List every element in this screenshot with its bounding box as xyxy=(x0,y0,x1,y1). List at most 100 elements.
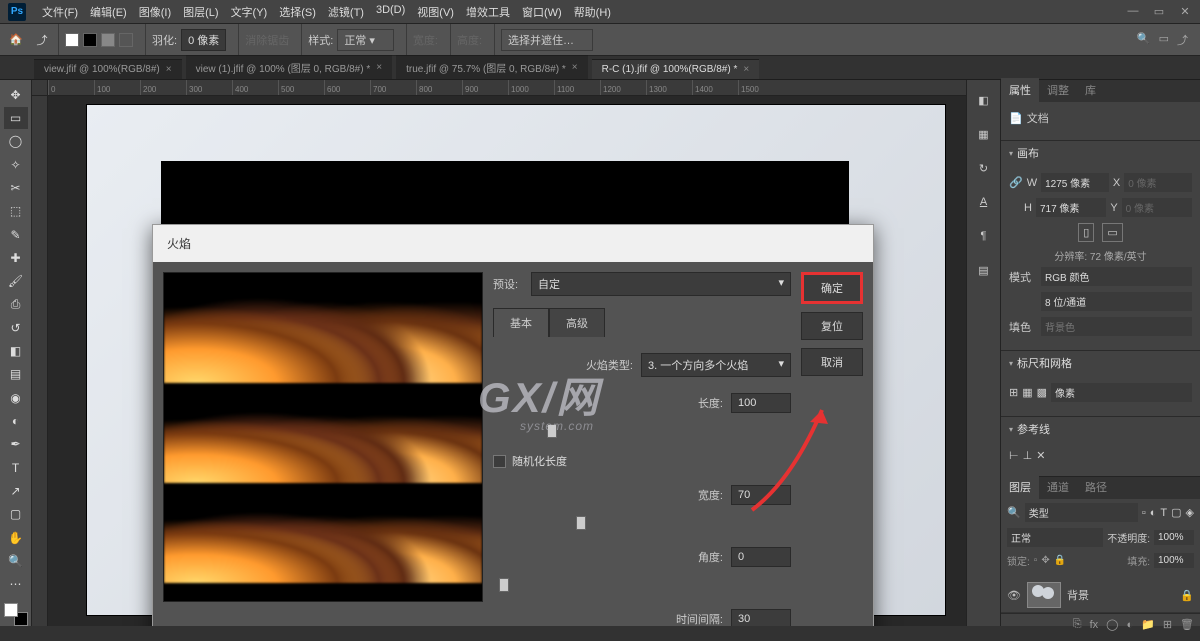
fg-bg-colors[interactable] xyxy=(4,603,28,626)
history-brush-tool[interactable]: ↺ xyxy=(4,317,28,338)
swatch-2[interactable] xyxy=(83,33,97,47)
blur-tool[interactable]: ◉ xyxy=(4,387,28,408)
color-icon[interactable]: ◧ xyxy=(974,90,994,110)
hand-tool[interactable]: ✋ xyxy=(4,527,28,548)
guide-x-icon[interactable]: ✕ xyxy=(1036,449,1045,462)
fx-icon[interactable]: fx xyxy=(1090,619,1099,631)
reset-button[interactable]: 复位 xyxy=(801,312,863,340)
menu-增效工具[interactable]: 增效工具 xyxy=(460,4,516,20)
filter-img-icon[interactable]: ▫ xyxy=(1142,507,1146,519)
layer-row-bg[interactable]: 👁 背景 🔒 xyxy=(1001,578,1200,613)
eyedropper-tool[interactable]: ✎ xyxy=(4,224,28,245)
height-field[interactable]: 717 像素 xyxy=(1036,198,1106,217)
tab-close-icon[interactable]: × xyxy=(166,64,172,75)
preset-select[interactable]: 自定▾ xyxy=(531,272,791,296)
swatch-1[interactable] xyxy=(65,33,79,47)
lock-all-icon[interactable]: 🔒 xyxy=(1054,555,1066,566)
ok-button[interactable]: 确定 xyxy=(801,272,863,304)
export-icon[interactable]: ⤴ xyxy=(32,30,52,50)
rulers-section-header[interactable]: 标尺和网格 xyxy=(1001,350,1200,375)
doc-tab[interactable]: view (1).jfif @ 100% (图层 0, RGB/8#) *× xyxy=(186,55,393,79)
tab-basic[interactable]: 基本 xyxy=(493,308,549,337)
feather-value[interactable]: 0 像素 xyxy=(181,29,226,51)
portrait-icon[interactable]: ▯ xyxy=(1078,223,1094,242)
cancel-button[interactable]: 取消 xyxy=(801,348,863,376)
select-mask-button[interactable]: 选择并遮住… xyxy=(501,29,593,51)
wand-tool[interactable]: ✧ xyxy=(4,154,28,175)
blend-mode[interactable]: 正常 xyxy=(1007,528,1103,547)
filter-shape-icon[interactable]: ▢ xyxy=(1171,506,1181,519)
link-icon[interactable]: 🔗 xyxy=(1009,176,1023,189)
tab-close-icon[interactable]: × xyxy=(743,64,749,75)
length-field[interactable]: 100 xyxy=(731,393,791,413)
flame-width-field[interactable]: 70 xyxy=(731,485,791,505)
tab-close-icon[interactable]: × xyxy=(572,62,578,73)
tab-advanced[interactable]: 高级 xyxy=(549,308,605,337)
link-layers-icon[interactable]: ⎘ xyxy=(1073,618,1082,631)
lasso-tool[interactable]: ◯ xyxy=(4,131,28,152)
workspace-icon[interactable]: ▭ xyxy=(1159,32,1169,48)
guide-v-icon[interactable]: ⊥ xyxy=(1023,449,1033,462)
delete-icon[interactable]: 🗑 xyxy=(1180,618,1194,631)
style-select[interactable]: 正常 ▾ xyxy=(337,29,394,51)
stamp-tool[interactable]: ⎙ xyxy=(4,294,28,315)
type-tool[interactable]: T xyxy=(4,457,28,478)
ruler-icon[interactable]: ⊞ xyxy=(1009,386,1018,399)
menu-滤镜(T)[interactable]: 滤镜(T) xyxy=(322,4,370,20)
x-field[interactable]: 0 像素 xyxy=(1124,173,1192,192)
y-field[interactable]: 0 像素 xyxy=(1122,198,1192,217)
doc-tab[interactable]: R-C (1).jfif @ 100%(RGB/8#) *× xyxy=(592,59,760,79)
layer-filter[interactable]: 类型 xyxy=(1025,503,1138,522)
ruler-unit[interactable]: 像素 xyxy=(1051,383,1192,402)
lock-position-icon[interactable]: ✥ xyxy=(1041,555,1049,566)
randomize-checkbox[interactable] xyxy=(493,455,506,468)
tab-layers[interactable]: 图层 xyxy=(1001,475,1039,499)
path-tool[interactable]: ↗ xyxy=(4,480,28,501)
tab-adjustments[interactable]: 调整 xyxy=(1039,78,1077,102)
menu-窗口(W)[interactable]: 窗口(W) xyxy=(516,4,568,20)
group-icon[interactable]: 📁 xyxy=(1141,618,1155,631)
brush-tool[interactable]: 🖌 xyxy=(4,271,28,292)
menu-视图(V)[interactable]: 视图(V) xyxy=(411,4,460,20)
filter-smart-icon[interactable]: ◈ xyxy=(1186,506,1194,519)
canvas-section-header[interactable]: 画布 xyxy=(1001,140,1200,165)
landscape-icon[interactable]: ▭ xyxy=(1102,223,1122,242)
grid-icon[interactable]: ▦ xyxy=(1022,386,1032,399)
menu-图像(I)[interactable]: 图像(I) xyxy=(133,4,177,20)
adjustment-icon[interactable]: ◐ xyxy=(1126,619,1133,631)
heal-tool[interactable]: ✚ xyxy=(4,247,28,268)
angle-field[interactable]: 0 xyxy=(731,547,791,567)
tab-paths[interactable]: 路径 xyxy=(1077,475,1115,499)
menu-3D(D)[interactable]: 3D(D) xyxy=(370,4,411,20)
guides-section-header[interactable]: 参考线 xyxy=(1001,416,1200,441)
opacity-field[interactable]: 100% xyxy=(1154,530,1194,545)
char-icon[interactable]: A xyxy=(974,192,994,212)
menu-帮助(H)[interactable]: 帮助(H) xyxy=(568,4,617,20)
bits-select[interactable]: 8 位/通道 xyxy=(1041,292,1192,311)
swatch-3[interactable] xyxy=(101,33,115,47)
history-icon[interactable]: ↻ xyxy=(974,158,994,178)
move-tool[interactable]: ✥ xyxy=(4,84,28,105)
menu-编辑(E)[interactable]: 编辑(E) xyxy=(84,4,133,20)
doc-tab[interactable]: true.jfif @ 75.7% (图层 0, RGB/8#) *× xyxy=(396,55,588,79)
menu-文件(F)[interactable]: 文件(F) xyxy=(36,4,84,20)
grid2-icon[interactable]: ▩ xyxy=(1037,386,1047,399)
guide-h-icon[interactable]: ⊢ xyxy=(1009,449,1019,462)
interval-field[interactable]: 30 xyxy=(731,609,791,626)
maximize-button[interactable]: ▭ xyxy=(1152,5,1166,18)
filter-txt-icon[interactable]: T xyxy=(1160,507,1167,519)
marquee-tool[interactable]: ▭ xyxy=(4,107,28,128)
libraries-icon[interactable]: ▤ xyxy=(974,260,994,280)
tab-libraries[interactable]: 库 xyxy=(1077,78,1104,102)
minimize-button[interactable]: — xyxy=(1126,5,1140,18)
search-icon[interactable]: 🔍 xyxy=(1137,32,1151,48)
fill-select[interactable]: 背景色 xyxy=(1041,317,1192,336)
width-field[interactable]: 1275 像素 xyxy=(1041,173,1109,192)
frame-tool[interactable]: ⬚ xyxy=(4,201,28,222)
filter-adj-icon[interactable]: ◐ xyxy=(1150,507,1157,519)
visibility-icon[interactable]: 👁 xyxy=(1007,589,1021,602)
dodge-tool[interactable]: ◐ xyxy=(4,410,28,431)
close-button[interactable]: ✕ xyxy=(1178,5,1192,18)
menu-文字(Y)[interactable]: 文字(Y) xyxy=(225,4,274,20)
gradient-tool[interactable]: ▤ xyxy=(4,364,28,385)
